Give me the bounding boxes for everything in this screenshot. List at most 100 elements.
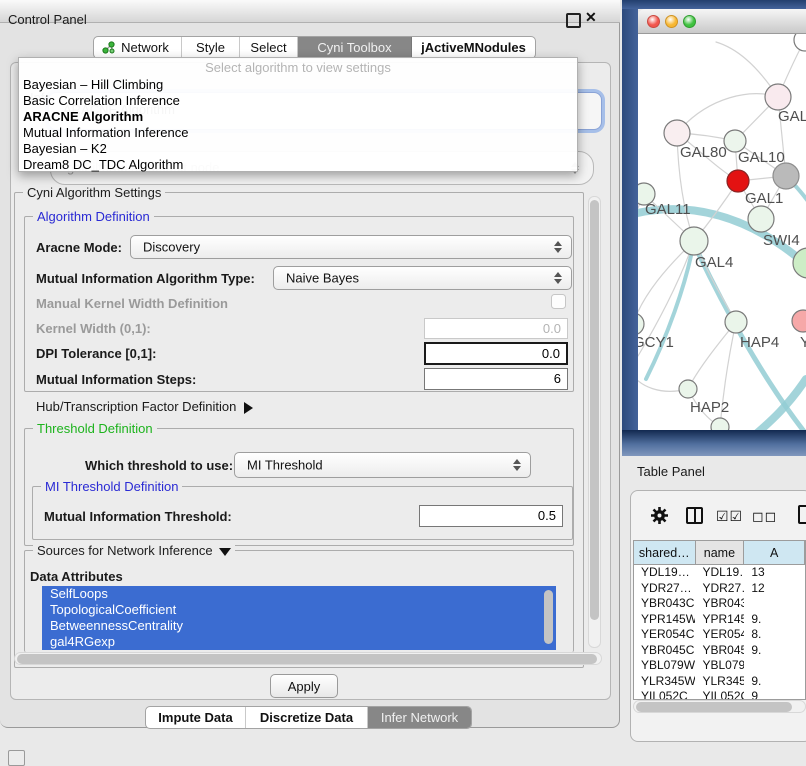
- attributes-scrollbar[interactable]: [543, 588, 554, 646]
- tab-infer-network[interactable]: Infer Network: [368, 707, 471, 728]
- tab-network[interactable]: Network: [94, 37, 182, 58]
- network-node[interactable]: [773, 163, 799, 189]
- tab-style[interactable]: Style: [182, 37, 240, 58]
- mi-steps-field[interactable]: 6: [424, 368, 568, 390]
- kernel-width-field[interactable]: 0.0: [424, 318, 568, 339]
- network-edge[interactable]: [646, 241, 694, 379]
- table-row[interactable]: YBR045CYBR045C9.: [634, 643, 805, 659]
- threshold-definition-title: Threshold Definition: [33, 421, 157, 436]
- control-panel-titlebar[interactable]: [0, 0, 620, 23]
- minimize-window-icon[interactable]: [665, 15, 678, 28]
- table-row[interactable]: YDR27…YDR27…12: [634, 581, 805, 597]
- table-cell: YDR27…: [634, 581, 695, 597]
- tab-impute-data[interactable]: Impute Data: [146, 707, 246, 728]
- sources-title[interactable]: Sources for Network Inference: [33, 543, 235, 558]
- data-attribute-item[interactable]: gal4RGexp: [42, 634, 556, 650]
- unselect-all-columns-icon[interactable]: ◻◻: [752, 508, 777, 525]
- node-label: GAL80: [680, 144, 727, 161]
- algorithm-option[interactable]: Bayesian – Hill Climbing: [19, 77, 577, 93]
- table-cell: YER054C: [695, 627, 744, 643]
- network-node[interactable]: [711, 418, 729, 430]
- node-label: SWI4: [763, 232, 800, 249]
- table-cell: YDL19…: [695, 565, 744, 581]
- network-node[interactable]: [725, 311, 747, 333]
- table-header-row: shared…nameA: [634, 541, 805, 565]
- table-horizontal-scrollbar[interactable]: [633, 700, 806, 713]
- export-table-icon[interactable]: [798, 505, 806, 524]
- network-node[interactable]: [680, 227, 708, 255]
- bottom-tabbar: Impute Data Discretize Data Infer Networ…: [145, 706, 472, 729]
- table-cell: YIL052C: [695, 689, 744, 700]
- network-node[interactable]: [679, 380, 697, 398]
- table-row[interactable]: YER054CYER054C8.: [634, 627, 805, 643]
- table-column-header[interactable]: shared…: [634, 541, 696, 564]
- network-window-titlebar[interactable]: [638, 9, 806, 34]
- network-node[interactable]: [638, 313, 644, 335]
- tab-discretize-data[interactable]: Discretize Data: [246, 707, 368, 728]
- algorithm-option[interactable]: Mutual Information Inference: [19, 125, 577, 141]
- network-tab-icon: [102, 41, 115, 54]
- data-attribute-item[interactable]: SelfLoops: [42, 586, 556, 602]
- table-row[interactable]: YPR145WYPR145W9.: [634, 612, 805, 628]
- node-table[interactable]: shared…nameA YDL19…YDL19…13YDR27…YDR27…1…: [633, 540, 806, 700]
- tab-select[interactable]: Select: [240, 37, 298, 58]
- stepper-arrows-icon: [554, 241, 562, 253]
- close-window-icon[interactable]: [647, 15, 660, 28]
- float-panel-icon[interactable]: [566, 13, 581, 28]
- tab-jactivemnodules[interactable]: jActiveMNodules: [412, 37, 535, 58]
- table-column-header[interactable]: name: [696, 541, 745, 564]
- stepper-arrows-icon: [554, 272, 562, 284]
- table-cell: YDL19…: [634, 565, 695, 581]
- zoom-window-icon[interactable]: [683, 15, 696, 28]
- network-edge[interactable]: [688, 322, 736, 389]
- algorithm-definition-title: Algorithm Definition: [33, 209, 154, 224]
- aracne-mode-combo[interactable]: Discovery: [130, 235, 572, 259]
- network-node[interactable]: [727, 170, 749, 192]
- network-view-canvas[interactable]: GALGAL80GAL10GAL1GAL11SWI4GAL4GCY1HAP4YH…: [638, 34, 806, 430]
- split-panel-icon[interactable]: [686, 507, 703, 524]
- dpi-tolerance-field[interactable]: 0.0: [424, 342, 568, 365]
- kernel-width-label: Kernel Width (0,1):: [36, 321, 151, 336]
- table-row[interactable]: YBR043CYBR043C: [634, 596, 805, 612]
- apply-button[interactable]: Apply: [270, 674, 338, 698]
- algorithm-option[interactable]: Bayesian – K2: [19, 141, 577, 157]
- close-panel-icon[interactable]: ✕: [585, 9, 597, 26]
- tab-cyni-toolbox[interactable]: Cyni Toolbox: [298, 37, 412, 58]
- data-attribute-item[interactable]: BetweennessCentrality: [42, 618, 556, 634]
- mi-threshold-field[interactable]: 0.5: [419, 505, 563, 527]
- algorithm-option[interactable]: ARACNE Algorithm: [19, 109, 577, 125]
- mi-algorithm-type-label: Mutual Information Algorithm Type:: [36, 271, 255, 286]
- network-node[interactable]: [792, 310, 806, 332]
- algorithm-option[interactable]: Dream8 DC_TDC Algorithm: [19, 157, 577, 173]
- expander-arrow-icon: [244, 402, 253, 414]
- table-cell: 9.: [744, 643, 805, 659]
- mi-threshold-title: MI Threshold Definition: [41, 479, 182, 494]
- network-node[interactable]: [765, 84, 791, 110]
- which-threshold-combo[interactable]: MI Threshold: [234, 452, 531, 478]
- table-row[interactable]: YBL079WYBL079W: [634, 658, 805, 674]
- aracne-mode-label: Aracne Mode:: [36, 240, 122, 255]
- table-row[interactable]: YIL052CYIL052C9: [634, 689, 805, 700]
- table-row[interactable]: YDL19…YDL19…13: [634, 565, 805, 581]
- algorithm-option[interactable]: Basic Correlation Inference: [19, 93, 577, 109]
- network-node[interactable]: [664, 120, 690, 146]
- settings-vertical-scrollbar[interactable]: [588, 196, 601, 648]
- table-cell: YLR345W: [634, 674, 695, 690]
- mi-algorithm-type-combo[interactable]: Naive Bayes: [273, 266, 572, 290]
- table-row[interactable]: YLR345WYLR345W9.: [634, 674, 805, 690]
- collapsed-panel-icon[interactable]: [8, 750, 25, 766]
- data-attributes-list[interactable]: SelfLoopsTopologicalCoefficientBetweenne…: [42, 586, 556, 650]
- table-cell: YPR145W: [634, 612, 695, 628]
- table-cell: YBR043C: [634, 596, 695, 612]
- settings-horizontal-scrollbar[interactable]: [14, 652, 602, 665]
- gear-icon[interactable]: [650, 506, 669, 530]
- select-all-columns-icon[interactable]: ☑☑: [716, 508, 743, 525]
- table-column-header[interactable]: A: [744, 541, 805, 564]
- network-node[interactable]: [748, 206, 774, 232]
- manual-kernel-width-checkbox[interactable]: [551, 294, 566, 309]
- data-attribute-item[interactable]: TopologicalCoefficient: [42, 602, 556, 618]
- table-cell: YER054C: [634, 627, 695, 643]
- node-label: GCY1: [638, 334, 674, 351]
- hub-definition-expander[interactable]: Hub/Transcription Factor Definition: [36, 399, 253, 414]
- network-node[interactable]: [794, 34, 806, 51]
